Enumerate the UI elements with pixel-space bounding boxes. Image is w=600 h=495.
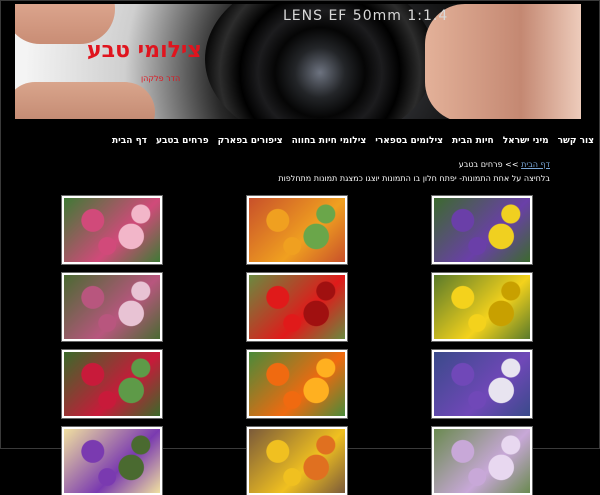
thumbnail-yellow-orange-row[interactable] [246,426,348,495]
nav-item-mini-israel[interactable]: מיני ישראל [503,136,549,146]
banner-hand-right [425,4,581,119]
thumbnail-red-spike-flowers[interactable] [61,349,163,419]
main-nav: דף הבית פרחים בטבע ציפורים בפארק צילומי … [112,136,594,146]
breadcrumb: דף הבית >> פרחים בטבע [459,160,550,169]
lens-text: LENS EF 50mm 1:1.4 [283,8,449,24]
gallery-instructions: בלחיצה על אחת התמונות- יפתח חלון בו התמו… [278,174,550,183]
thumbnail-purple-yellow-pansies[interactable] [431,195,533,265]
thumbnail-orange-flowers-green[interactable] [246,195,348,265]
nav-item-contact[interactable]: צור קשר [558,136,594,146]
thumbnail-red-hibiscus[interactable] [246,272,348,342]
nav-item-pets[interactable]: חיות הבית [452,136,494,146]
breadcrumb-home-link[interactable]: דף הבית [521,160,550,169]
nav-item-farm-animals[interactable]: צילומי חיות בחווה [292,136,367,146]
nav-item-safari[interactable]: צילומים בספארי [375,136,443,146]
site-title: צילומי טבע [87,38,202,63]
header-banner: LENS EF 50mm 1:1.4 צילומי טבע הדר פלקהן [15,4,581,119]
thumbnail-pink-cluster-flowers[interactable] [61,272,163,342]
thumbnail-pink-white-flowers[interactable] [61,195,163,265]
banner-hand-left-lower [15,82,155,119]
nav-item-birds[interactable]: ציפורים בפארק [218,136,283,146]
breadcrumb-separator: >> [505,160,519,169]
site-subtitle: הדר פלקהן [141,74,181,83]
nav-item-flowers[interactable]: פרחים בטבע [156,136,209,146]
breadcrumb-current: פרחים בטבע [458,160,503,169]
thumbnail-purple-white-pansies[interactable] [431,349,533,419]
thumbnail-yellow-pansies[interactable] [431,272,533,342]
nav-item-home[interactable]: דף הבית [112,136,147,146]
thumbnail-orange-nasturtium[interactable] [246,349,348,419]
thumbnail-lilac-flowers-row[interactable] [431,426,533,495]
thumbnail-purple-iris-row[interactable] [61,426,163,495]
